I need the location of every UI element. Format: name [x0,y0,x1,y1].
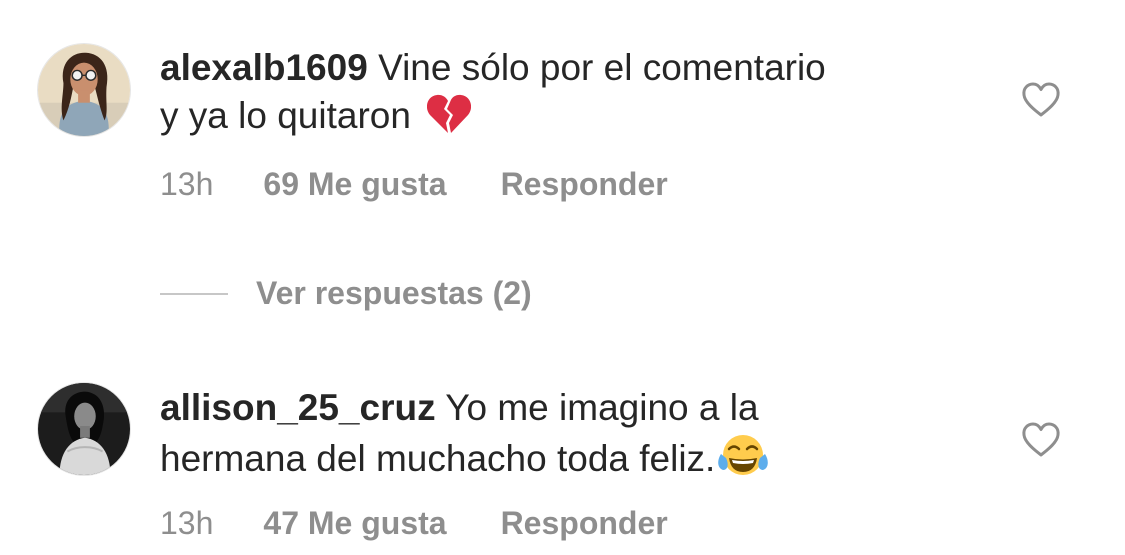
comment-text: alexalb1609 Vine sólo por el comentario … [160,44,960,147]
comment-body: Vine sólo por el comentario [378,47,826,88]
profile-photo [38,383,130,475]
view-replies-label: Ver respuestas (2) [256,275,532,311]
avatar[interactable] [37,382,131,476]
comment-body: Yo me imagino a la [445,387,759,428]
replies-divider [160,292,228,295]
comment-time: 13h [160,505,214,541]
avatar[interactable] [37,43,131,137]
like-heart-icon[interactable] [1021,82,1061,118]
reply-button[interactable]: Responder [501,505,668,542]
comment-text: allison_25_cruz Yo me imagino a la herma… [160,384,960,490]
username[interactable]: alexalb1609 [160,47,368,88]
comment-body: y ya lo quitaron [160,95,411,136]
like-heart-icon[interactable] [1021,422,1061,458]
profile-photo [38,44,130,136]
reply-button[interactable]: Responder [501,166,668,203]
comment-time: 13h [160,166,214,202]
username[interactable]: allison_25_cruz [160,387,436,428]
view-replies-button[interactable]: Ver respuestas (2) [160,275,532,312]
comment-body: hermana del muchacho toda feliz. [160,438,716,479]
like-count[interactable]: 47 Me gusta [263,505,446,542]
tears-of-joy-icon [717,432,769,490]
comment-meta: 13h 69 Me gusta Responder [160,166,668,203]
broken-heart-icon [427,93,472,147]
comment-meta: 13h 47 Me gusta Responder [160,505,668,542]
like-count[interactable]: 69 Me gusta [263,166,446,203]
